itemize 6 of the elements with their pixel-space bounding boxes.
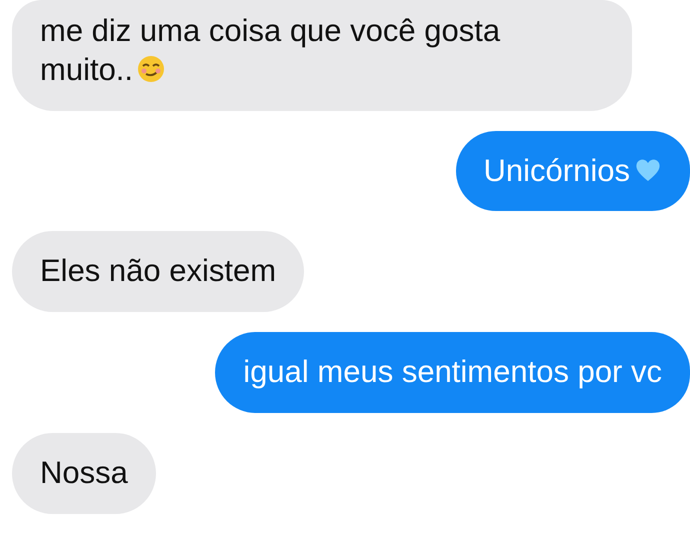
message-bubble: Unicórnios: [456, 130, 690, 212]
message-bubble: Eles não existem: [12, 231, 304, 312]
message-bubble: me diz uma coisa que você gosta muito..: [12, 0, 632, 110]
message-bubble: Nossa: [12, 432, 156, 514]
smirking-face-icon: [137, 54, 166, 83]
message-bubble: igual meus sentimentos por vc: [215, 332, 690, 413]
